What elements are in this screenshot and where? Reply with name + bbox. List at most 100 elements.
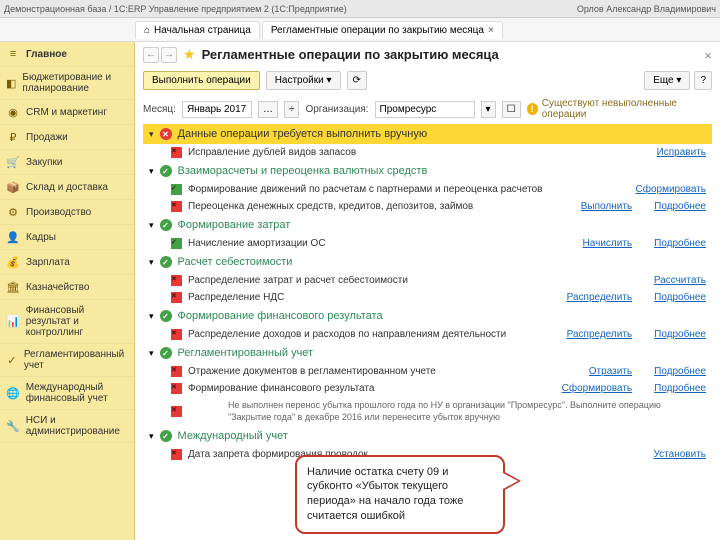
operation-link[interactable]: Отразить [589, 366, 632, 377]
chevron-down-icon: ▾ [149, 348, 154, 359]
nav-back-icon[interactable]: ← [143, 47, 159, 63]
section-header[interactable]: ▾ ✓ Формирование финансового результата [143, 306, 712, 326]
operation-link[interactable]: Выполнить [581, 201, 632, 212]
sidebar-icon: ◧ [6, 76, 16, 90]
section-title: Данные операции требуется выполнить вруч… [178, 128, 428, 140]
chevron-down-icon: ▾ [149, 129, 154, 140]
sidebar-item[interactable]: ◉CRM и маркетинг [0, 100, 134, 125]
month-input[interactable] [182, 101, 252, 118]
status-icon: ✕ [171, 275, 182, 286]
sidebar-item[interactable]: 📦Склад и доставка [0, 175, 134, 200]
operation-note-row: ✕Не выполнен перенос убытка прошлого год… [143, 397, 712, 426]
org-label: Организация: [305, 104, 368, 115]
operation-row: ✕ Распределение НДСРаспределитьПодробнее [143, 289, 712, 306]
sidebar-icon: 📊 [6, 315, 20, 329]
chevron-down-icon: ▾ [149, 220, 154, 231]
sidebar-item[interactable]: 🏛Казначейство [0, 275, 134, 300]
sidebar-item-label: Кадры [26, 232, 56, 243]
status-icon: ✕ [171, 449, 182, 460]
sidebar-icon: 🏛 [6, 280, 20, 294]
section-header[interactable]: ▾ ✓ Международный учет [143, 426, 712, 446]
status-icon: ✕ [171, 383, 182, 394]
section-header[interactable]: ▾ ✓ Расчет себестоимости [143, 252, 712, 272]
operation-link[interactable]: Сформировать [562, 383, 633, 394]
month-picker-button[interactable]: … [258, 101, 278, 118]
operation-link[interactable]: Установить [654, 449, 707, 460]
operation-label: Формирование финансового результата [188, 383, 548, 394]
sidebar-item[interactable]: ✓Регламентированный учет [0, 344, 134, 377]
operation-link[interactable]: Распределить [567, 292, 633, 303]
sidebar-icon: ⚙ [6, 205, 20, 219]
operation-link[interactable]: Подробнее [654, 201, 706, 212]
operation-link[interactable]: Сформировать [636, 184, 707, 195]
operation-link[interactable]: Начислить [583, 238, 633, 249]
org-clear-button[interactable]: ☐ [502, 101, 521, 118]
tab-bar: ⌂ Начальная страница Регламентные операц… [0, 18, 720, 42]
page-title: Регламентные операции по закрытию месяца [202, 47, 499, 62]
status-icon: ✓ [160, 165, 172, 177]
operation-row: ✓ Начисление амортизации ОС Начислить Подр… [143, 235, 712, 252]
status-icon: ✓ [160, 310, 172, 322]
warning-banner: ! Существуют невыполненные операции [527, 98, 712, 120]
org-dropdown-icon[interactable]: ▾ [481, 101, 496, 118]
close-page-icon[interactable]: × [704, 48, 712, 63]
operation-link[interactable]: Подробнее [654, 383, 706, 394]
operation-link[interactable]: Рассчитать [654, 275, 706, 286]
warning-icon: ! [527, 103, 538, 115]
settings-button[interactable]: Настройки ▾ [266, 71, 341, 90]
help-button[interactable]: ? [694, 71, 712, 90]
sidebar-item[interactable]: 👤 Кадры [0, 225, 134, 250]
more-button[interactable]: Еще ▾ [644, 71, 690, 90]
status-icon: ✓ [171, 238, 182, 249]
sidebar-item[interactable]: ⚙Производство [0, 200, 134, 225]
tab-home[interactable]: ⌂ Начальная страница [135, 21, 260, 39]
home-icon: ⌂ [144, 25, 150, 36]
sidebar-icon: 👤 [6, 230, 20, 244]
operation-row: ✕ Распределение доходов и расходов по на… [143, 326, 712, 343]
chevron-down-icon: ▾ [149, 431, 154, 442]
sidebar-item[interactable]: ≡Главное [0, 42, 134, 67]
operation-row: ✕ Отражение документов в регламентирован… [143, 363, 712, 380]
operation-link[interactable]: Подробнее [654, 292, 706, 303]
operation-link[interactable]: Исправить [657, 147, 706, 158]
tab-current[interactable]: Регламентные операции по закрытию месяца… [262, 21, 503, 39]
status-icon: ✕ [171, 406, 182, 417]
section-header[interactable]: ▾ ✓ Взаиморасчеты и переоценка валютных … [143, 161, 712, 181]
sidebar-icon: 🔧 [6, 419, 20, 433]
status-icon: ✕ [171, 201, 182, 212]
section-header[interactable]: ▾ ✓ Регламентированный учет [143, 343, 712, 363]
operation-link[interactable]: Подробнее [654, 366, 706, 377]
operation-link[interactable]: Подробнее [654, 238, 706, 249]
sidebar-item[interactable]: 🌐Международный финансовый учет [0, 377, 134, 410]
star-icon[interactable]: ★ [183, 46, 196, 63]
sidebar-item[interactable]: 💰Зарплата [0, 250, 134, 275]
close-icon[interactable]: × [488, 25, 494, 36]
user-name: Орлов Александр Владимирович [577, 4, 716, 14]
annotation-callout: Наличие остатка счету 09 и субконто «Убы… [295, 455, 505, 534]
refresh-button[interactable]: ⟳ [347, 71, 367, 90]
section-header[interactable]: ▾ ✕ Данные операции требуется выполнить … [143, 124, 712, 144]
section-header[interactable]: ▾ ✓ Формирование затрат [143, 215, 712, 235]
operation-label: Начисление амортизации ОС [188, 238, 569, 249]
operation-link[interactable]: Распределить [567, 329, 633, 340]
section-title: Взаиморасчеты и переоценка валютных сред… [178, 165, 428, 177]
operation-link[interactable]: Подробнее [654, 329, 706, 340]
nav-forward-icon[interactable]: → [161, 47, 177, 63]
operation-label: Переоценка денежных средств, кредитов, д… [188, 201, 567, 212]
execute-button[interactable]: Выполнить операции [143, 71, 260, 90]
sidebar-item[interactable]: 🛒Закупки [0, 150, 134, 175]
sidebar-item[interactable]: 🔧НСИ и администрирование [0, 410, 134, 443]
window-titlebar: Демонстрационная база / 1С:ERP Управлени… [0, 0, 720, 18]
sidebar-item[interactable]: ◧Бюджетирование и планирование [0, 67, 134, 100]
sidebar-item[interactable]: ₽Продажи [0, 125, 134, 150]
sidebar-item-label: Закупки [26, 157, 62, 168]
main-content: × ← → ★ Регламентные операции по закрыти… [135, 42, 720, 540]
operation-row: ✕ Распределение затрат и расчет себестои… [143, 272, 712, 289]
sidebar-item[interactable]: 📊Финансовый результат и контроллинг [0, 300, 134, 344]
sidebar-item-label: Зарплата [26, 257, 70, 268]
org-input[interactable] [375, 101, 475, 118]
status-icon: ✕ [171, 147, 182, 158]
sidebar-icon: 🌐 [6, 386, 20, 400]
sidebar-icon: 📦 [6, 180, 20, 194]
month-nav-button[interactable]: ÷ [284, 101, 300, 118]
